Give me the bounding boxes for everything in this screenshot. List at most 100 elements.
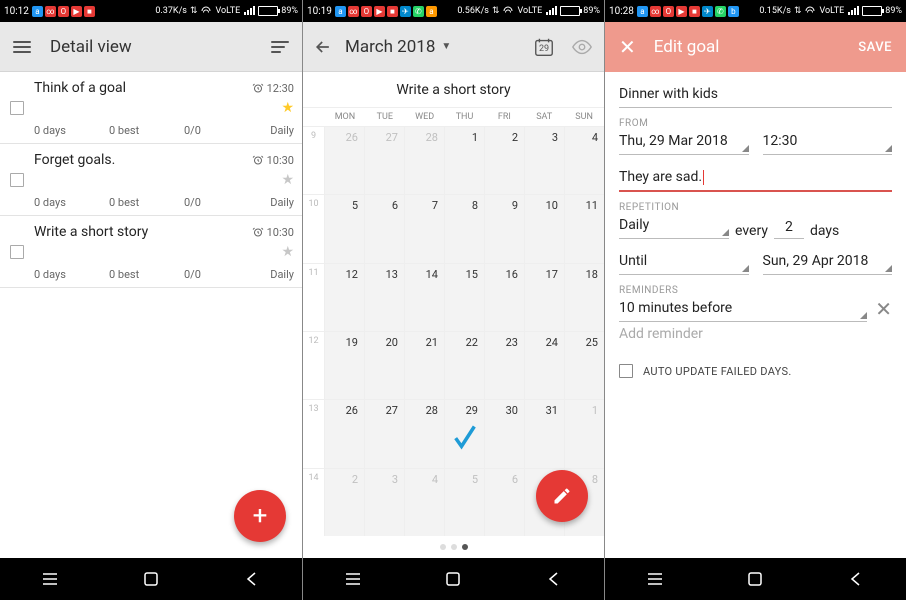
from-date-field[interactable]: Thu, 29 Mar 2018 (619, 129, 749, 155)
from-time-field[interactable]: 12:30 (763, 129, 893, 155)
star-icon[interactable]: ★ (274, 172, 294, 188)
goal-item[interactable]: Forget goals. 10:30 ★ 0 days 0 best 0/0 … (0, 144, 302, 216)
calendar-cell[interactable]: 6 (485, 469, 525, 536)
back-icon[interactable] (311, 35, 335, 59)
calendar-cell[interactable]: 1 (445, 127, 485, 194)
page-title: Detail view (50, 37, 268, 57)
reminder-select[interactable]: 10 minutes before (619, 296, 867, 322)
page-indicator (303, 536, 604, 558)
calendar-cell[interactable]: 5 (325, 195, 365, 262)
calendar-cell[interactable]: 14 (405, 264, 445, 331)
repetition-mode-select[interactable]: Daily (619, 213, 729, 239)
calendar-cell[interactable]: 21 (405, 332, 445, 399)
week-number: 11 (303, 264, 325, 331)
note-input[interactable]: They are sad. (619, 165, 892, 192)
status-net: 0.37K/s (155, 6, 187, 16)
star-icon[interactable]: ★ (274, 244, 294, 260)
calendar-toolbar: March 2018 ▼ 29 (303, 22, 604, 72)
calendar-cell[interactable]: 1 (565, 400, 604, 467)
sort-icon[interactable] (268, 35, 292, 59)
calendar-cell[interactable]: 29 (445, 400, 485, 467)
toolbar: Detail view (0, 22, 302, 72)
calendar-cell[interactable]: 15 (445, 264, 485, 331)
calendar-cell[interactable]: 26 (325, 127, 365, 194)
auto-update-checkbox[interactable]: AUTO UPDATE FAILED DAYS. (619, 364, 892, 378)
calendar-cell[interactable]: 12 (325, 264, 365, 331)
visibility-icon[interactable] (568, 33, 596, 61)
calendar-cell[interactable]: 16 (485, 264, 525, 331)
save-button[interactable]: SAVE (858, 40, 892, 55)
calendar-cell[interactable]: 11 (565, 195, 604, 262)
status-time: 10:12 (4, 6, 29, 17)
screen-edit-goal: 10:28 a∞O▶■✈✆b 0.15K/s⇅ VoLTE 89% ✕ Edit… (604, 0, 906, 600)
goal-checkbox[interactable] (0, 72, 34, 143)
calendar-cell[interactable]: 23 (485, 332, 525, 399)
nav-home[interactable] (735, 564, 775, 594)
week-number: 10 (303, 195, 325, 262)
calendar-cell[interactable]: 6 (365, 195, 405, 262)
today-icon[interactable]: 29 (530, 33, 558, 61)
goal-time: 12:30 (252, 82, 294, 95)
calendar-cell[interactable]: 10 (525, 195, 565, 262)
nav-recents[interactable] (333, 564, 373, 594)
repetition-label: REPETITION (619, 202, 892, 213)
add-goal-fab[interactable]: + (234, 490, 286, 542)
goal-title: Forget goals. (34, 152, 252, 168)
add-reminder-button[interactable]: Add reminder (619, 322, 892, 346)
goal-item[interactable]: Think of a goal 12:30 ★ 0 days 0 best 0/… (0, 72, 302, 144)
goal-title: Think of a goal (34, 80, 252, 96)
nav-back[interactable] (534, 564, 574, 594)
screen-calendar: 10:19 a∞O▶■✈✆a 0.56K/s⇅ VoLTE 89% March … (302, 0, 604, 600)
goal-checkbox[interactable] (0, 144, 34, 215)
calendar-cell[interactable]: 13 (365, 264, 405, 331)
calendar-cell[interactable]: 27 (365, 400, 405, 467)
goal-item[interactable]: Write a short story 10:30 ★ 0 days 0 bes… (0, 216, 302, 288)
calendar-cell[interactable]: 3 (525, 127, 565, 194)
calendar-cell[interactable]: 31 (525, 400, 565, 467)
toolbar-title: Edit goal (654, 37, 859, 57)
calendar-cell[interactable]: 7 (405, 195, 445, 262)
calendar-cell[interactable]: 8 (445, 195, 485, 262)
calendar-cell[interactable]: 22 (445, 332, 485, 399)
goal-name-input[interactable]: Dinner with kids (619, 82, 892, 108)
day-header: TUE (365, 108, 405, 126)
menu-icon[interactable] (10, 35, 34, 59)
until-mode-select[interactable]: Until (619, 249, 749, 275)
calendar-cell[interactable]: 28 (405, 400, 445, 467)
repetition-count-input[interactable]: 2 (774, 219, 804, 239)
until-date-field[interactable]: Sun, 29 Apr 2018 (763, 249, 893, 275)
calendar-cell[interactable]: 30 (485, 400, 525, 467)
status-bar: 10:12 a∞O▶■ 0.37K/s ⇅ VoLTE 89% (0, 0, 302, 22)
goal-checkbox[interactable] (0, 216, 34, 287)
star-icon[interactable]: ★ (274, 100, 294, 116)
nav-recents[interactable] (635, 564, 675, 594)
calendar-cell[interactable]: 4 (405, 469, 445, 536)
remove-reminder-icon[interactable]: ✕ (867, 297, 892, 321)
day-header: THU (445, 108, 485, 126)
calendar-cell[interactable]: 19 (325, 332, 365, 399)
nav-back[interactable] (232, 564, 272, 594)
calendar-cell[interactable]: 26 (325, 400, 365, 467)
calendar-cell[interactable]: 25 (565, 332, 604, 399)
month-selector[interactable]: March 2018 ▼ (345, 37, 451, 57)
screen-detail-view: 10:12 a∞O▶■ 0.37K/s ⇅ VoLTE 89% Detail v… (0, 0, 302, 600)
close-icon[interactable]: ✕ (619, 35, 636, 59)
calendar-cell[interactable]: 27 (365, 127, 405, 194)
calendar-cell[interactable]: 20 (365, 332, 405, 399)
calendar-cell[interactable]: 24 (525, 332, 565, 399)
calendar-cell[interactable]: 17 (525, 264, 565, 331)
calendar-cell[interactable]: 9 (485, 195, 525, 262)
calendar-cell[interactable]: 2 (325, 469, 365, 536)
nav-home[interactable] (131, 564, 171, 594)
calendar-cell[interactable]: 2 (485, 127, 525, 194)
edit-fab[interactable] (536, 470, 588, 522)
calendar-cell[interactable]: 4 (565, 127, 604, 194)
nav-home[interactable] (433, 564, 473, 594)
calendar-cell[interactable]: 3 (365, 469, 405, 536)
calendar-cell[interactable]: 18 (565, 264, 604, 331)
nav-back[interactable] (836, 564, 876, 594)
calendar-cell[interactable]: 5 (445, 469, 485, 536)
nav-recents[interactable] (30, 564, 70, 594)
goal-subtitle: Write a short story (303, 72, 604, 108)
calendar-cell[interactable]: 28 (405, 127, 445, 194)
